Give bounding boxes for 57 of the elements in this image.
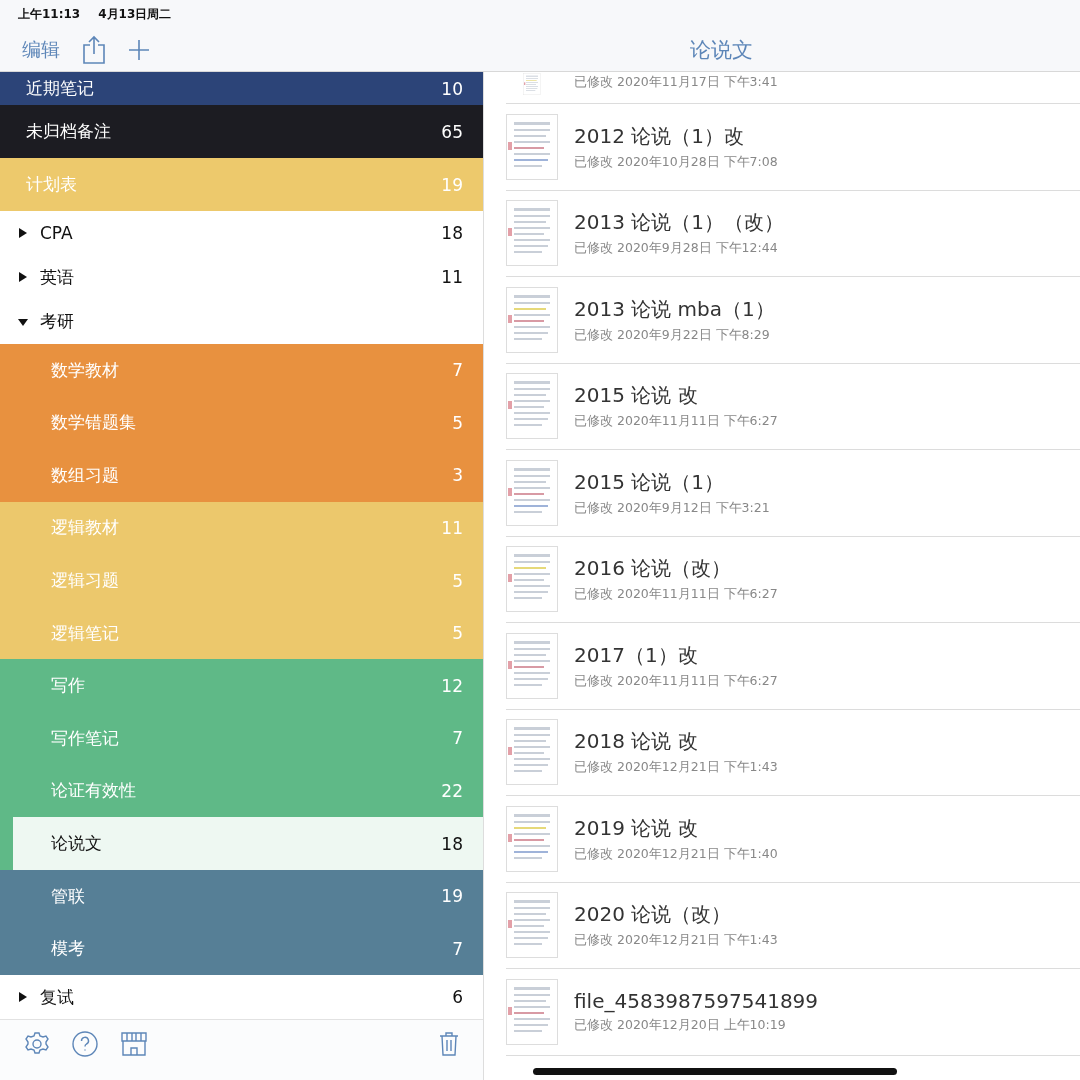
note-item[interactable]: file_4583987597541899 已修改 2020年12月20日 上午10:19: [506, 969, 1080, 1056]
note-modified-date: 已修改 2020年12月20日 上午10:19: [574, 1017, 787, 1035]
note-title: 2018 论说 改: [574, 728, 699, 756]
folder-item[interactable]: 英语 11: [0, 255, 483, 300]
disclosure-icon[interactable]: [18, 316, 28, 327]
note-title: 2019 论说 改: [574, 814, 699, 842]
trash-icon[interactable]: [439, 1031, 459, 1058]
note-item[interactable]: 2013 论说（1）（改） 已修改 2020年9月28日 下午12:44: [506, 190, 1080, 277]
note-modified-date: 已修改 2020年12月21日 下午1:40: [574, 845, 778, 863]
disclosure-icon[interactable]: [18, 992, 28, 1003]
note-title: 2020 论说（改）: [574, 901, 733, 929]
note-title: 2017（1）改: [574, 641, 699, 669]
note-modified-date: 已修改 2020年11月17日 下午3:41: [574, 74, 778, 91]
note-modified-date: 已修改 2020年11月11日 下午6:27: [574, 413, 778, 431]
note-modified-date: 已修改 2020年9月12日 下午3:21: [574, 499, 770, 517]
note-item[interactable]: 2016 论说（改） 已修改 2020年11月11日 下午6:27: [506, 536, 1080, 623]
note-modified-date: 已修改 2020年10月28日 下午7:08: [574, 153, 778, 171]
folder-item[interactable]: CPA 18: [0, 211, 483, 256]
note-title: 2015 论说 改: [574, 382, 699, 410]
note-title: file_4583987597541899: [574, 989, 819, 1014]
sidebar-item[interactable]: 近期笔记 10: [0, 72, 483, 105]
note-item[interactable]: 2017（1）改 已修改 2020年11月11日 下午6:27: [506, 623, 1080, 710]
sidebar-item[interactable]: 模考 7: [0, 922, 483, 975]
note-item[interactable]: 2018 论说 改 已修改 2020年12月21日 下午1:43: [506, 709, 1080, 796]
note-item[interactable]: 2015 论说 改 已修改 2020年11月11日 下午6:27: [506, 363, 1080, 450]
share-icon[interactable]: [82, 34, 106, 65]
add-icon[interactable]: [128, 38, 150, 61]
disclosure-icon[interactable]: [18, 272, 28, 283]
note-title: 2015 论说（1）: [574, 468, 725, 496]
sidebar-item[interactable]: 未归档备注 65: [0, 105, 483, 158]
note-modified-date: 已修改 2020年12月21日 下午1:43: [574, 759, 778, 777]
note-title: 2012 论说（1）改: [574, 122, 745, 150]
note-item[interactable]: 2019 论说 改 已修改 2020年12月21日 下午1:40: [506, 796, 1080, 883]
edit-button[interactable]: 编辑: [22, 36, 60, 63]
note-modified-date: 已修改 2020年12月21日 下午1:43: [574, 932, 778, 950]
note-title: 2013 论说 mba（1）: [574, 295, 775, 323]
note-list-title: 论说文: [689, 36, 754, 64]
status-date: 4月13日周二: [98, 5, 172, 23]
note-modified-date: 已修改 2020年9月22日 下午8:29: [574, 326, 771, 344]
status-time: 上午11:13: [18, 5, 81, 23]
note-title: 2016 论说（改）: [574, 555, 733, 583]
note-item[interactable]: 2015 论说（1） 已修改 2020年9月12日 下午3:21: [506, 450, 1080, 537]
store-icon[interactable]: [120, 1032, 148, 1057]
folder-item[interactable]: 考研: [0, 299, 483, 344]
note-item[interactable]: 已修改 2020年11月17日 下午3:41: [506, 72, 1080, 104]
note-title: 2013 论说（1）（改）: [574, 209, 784, 237]
folder-item[interactable]: 复试 6: [0, 975, 483, 1020]
sidebar-item[interactable]: 管联 19: [0, 869, 483, 923]
sidebar-item[interactable]: 论说文 18: [0, 817, 483, 870]
help-icon[interactable]: [72, 1031, 98, 1058]
note-item[interactable]: 2020 论说（改） 已修改 2020年12月21日 下午1:43: [506, 882, 1080, 969]
note-modified-date: 已修改 2020年11月11日 下午6:27: [574, 672, 778, 690]
note-item[interactable]: 2012 论说（1）改 已修改 2020年10月28日 下午7:08: [506, 104, 1080, 191]
note-modified-date: 已修改 2020年11月11日 下午6:27: [574, 586, 778, 604]
disclosure-icon[interactable]: [18, 228, 28, 239]
note-item[interactable]: 2013 论说 mba（1） 已修改 2020年9月22日 下午8:29: [506, 277, 1080, 364]
note-modified-date: 已修改 2020年9月28日 下午12:44: [574, 240, 779, 258]
